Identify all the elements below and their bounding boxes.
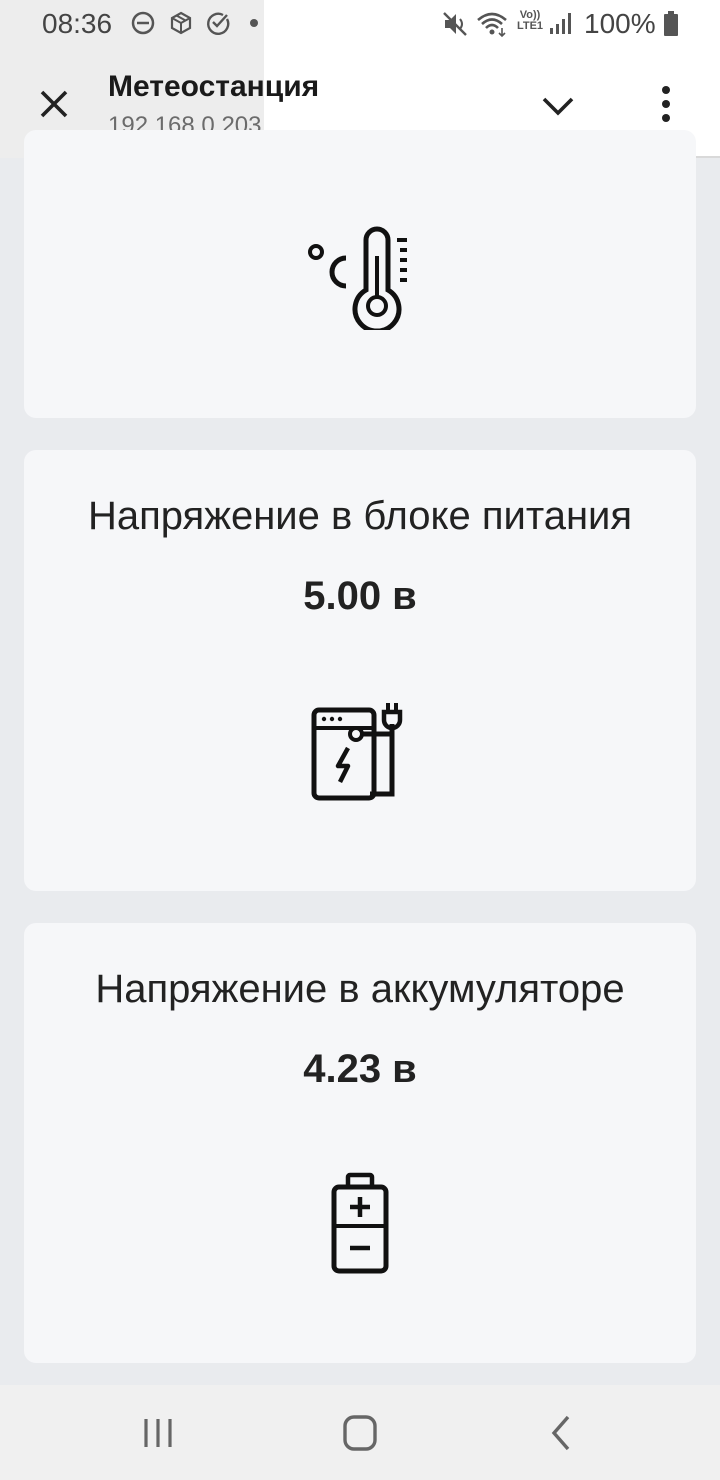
- battery-label: Напряжение в аккумуляторе: [95, 967, 625, 1011]
- more-vert-icon[interactable]: [646, 82, 686, 130]
- battery-icon: [331, 1172, 389, 1274]
- status-bar: 08:36 Vo)) LTE1 100%: [0, 0, 720, 48]
- battery-percentage: 100%: [584, 8, 656, 39]
- power-supply-value: 5.00 в: [303, 574, 417, 618]
- wifi-icon: [477, 12, 507, 38]
- status-time: 08:36: [42, 8, 113, 39]
- battery-icon: [664, 11, 678, 36]
- notification-dot: [250, 19, 258, 27]
- close-icon[interactable]: [30, 80, 78, 128]
- dnd-icon: [131, 11, 155, 35]
- chevron-down-icon[interactable]: [534, 82, 582, 130]
- temperature-card: [24, 130, 696, 418]
- volte-icon: Vo)) LTE1: [516, 9, 544, 32]
- power-supply-label: Напряжение в блоке питания: [87, 494, 633, 538]
- page-title: Метеостанция: [108, 70, 320, 103]
- mute-icon: [443, 12, 467, 36]
- home-icon[interactable]: [332, 1407, 388, 1459]
- package-icon: [170, 11, 192, 35]
- temperature-icon: [308, 226, 407, 330]
- battery-card: Напряжение в аккумуляторе 4.23 в: [24, 923, 696, 1363]
- signal-icon: [550, 13, 571, 34]
- navigation-bar: [0, 1385, 720, 1480]
- back-icon[interactable]: [534, 1407, 590, 1459]
- recent-apps-icon[interactable]: [130, 1407, 186, 1459]
- power-supply-card: Напряжение в блоке питания 5.00 в: [24, 450, 696, 891]
- check-circle-icon: [207, 12, 230, 35]
- battery-value: 4.23 в: [303, 1047, 417, 1091]
- power-supply-icon: [311, 703, 403, 801]
